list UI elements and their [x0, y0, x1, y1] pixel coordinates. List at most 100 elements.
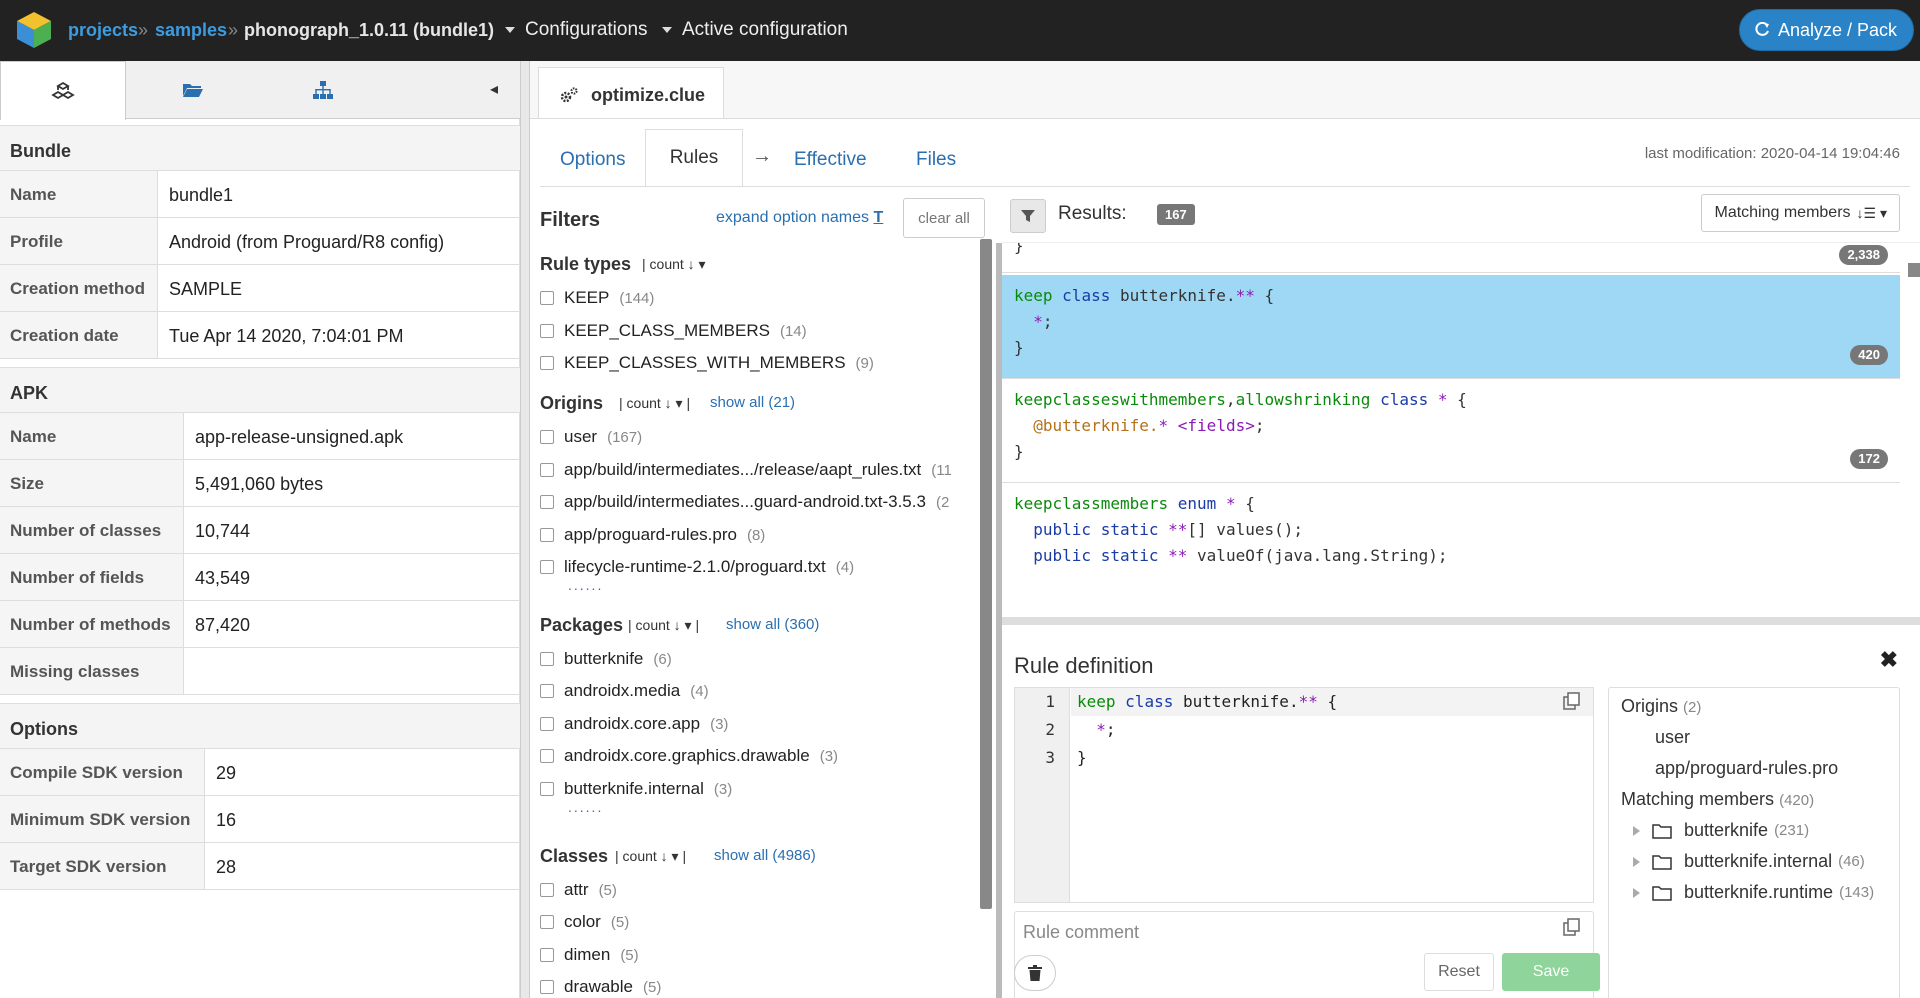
kv-row: Size 5,491,060 bytes: [0, 460, 520, 507]
checkbox[interactable]: [540, 948, 554, 962]
filters-scrollbar[interactable]: [980, 239, 992, 909]
breadcrumb-samples[interactable]: samples: [155, 20, 227, 41]
kv-value: Tue Apr 14 2020, 7:04:01 PM: [169, 326, 404, 346]
tab-rules[interactable]: Rules: [645, 129, 743, 187]
sort-by-matching-members-dropdown[interactable]: Matching members ↓☰ ▾: [1701, 194, 1900, 232]
delete-rule-button[interactable]: [1014, 955, 1056, 991]
filter-toggle-button[interactable]: [1010, 199, 1046, 233]
save-button[interactable]: Save: [1502, 953, 1600, 991]
origins-show-all[interactable]: show all (21): [710, 394, 795, 411]
more-link[interactable]: ......: [568, 799, 603, 815]
kv-row: Name app-release-unsigned.apk: [0, 413, 520, 460]
checkbox[interactable]: [540, 463, 554, 477]
filter-item[interactable]: KEEP (144): [540, 288, 654, 308]
checkbox[interactable]: [540, 291, 554, 305]
panel-splitter[interactable]: [520, 61, 530, 998]
gears-icon: [560, 86, 578, 102]
close-icon[interactable]: ✖: [1880, 647, 1898, 673]
checkbox[interactable]: [540, 717, 554, 731]
file-tab[interactable]: optimize.clue: [538, 67, 724, 123]
filter-item[interactable]: app/build/intermediates.../release/aapt_…: [540, 460, 952, 480]
filter-item[interactable]: KEEP_CLASS_MEMBERS (14): [540, 321, 807, 341]
checkbox[interactable]: [540, 684, 554, 698]
expand-arrow-icon[interactable]: [1633, 825, 1640, 836]
more-link[interactable]: ......: [568, 577, 603, 593]
checkbox[interactable]: [540, 495, 554, 509]
checkbox[interactable]: [540, 430, 554, 444]
filter-item[interactable]: lifecycle-runtime-2.1.0/proguard.txt (4): [540, 557, 854, 577]
tab-files[interactable]: Files: [916, 149, 956, 171]
tab-files[interactable]: [130, 61, 256, 119]
copy-icon[interactable]: [1563, 692, 1581, 710]
rule-item[interactable]: keepclasseswithmembers,allowshrinking cl…: [1002, 379, 1900, 483]
checkbox[interactable]: [540, 560, 554, 574]
copy-icon[interactable]: [1563, 918, 1581, 936]
clear-all-button[interactable]: clear all: [903, 198, 985, 238]
collapse-panel-icon[interactable]: ◂: [490, 79, 498, 99]
filter-item-label: androidx.core.graphics.drawable: [564, 746, 810, 765]
packages-show-all[interactable]: show all (360): [726, 616, 819, 633]
filter-item[interactable]: androidx.core.app (3): [540, 714, 728, 734]
packages-sort[interactable]: | count ↓ ▾ |: [628, 617, 699, 634]
tab-hierarchy[interactable]: [260, 61, 386, 119]
checkbox[interactable]: [540, 356, 554, 370]
checkbox[interactable]: [540, 528, 554, 542]
tab-bundle[interactable]: [0, 61, 126, 120]
filter-item-count: (6): [653, 650, 672, 668]
results-resize-handle[interactable]: [1002, 617, 1920, 625]
configurations-menu[interactable]: Configurations: [505, 19, 648, 41]
kv-value: Android (from Proguard/R8 config): [169, 232, 445, 252]
member-tree-item[interactable]: butterknife.runtime (143): [1633, 882, 1874, 903]
rule-item[interactable]: keepclassmembers enum * { public static …: [1002, 483, 1900, 577]
rule-code-editor[interactable]: 1 2 3 keep class butterknife.** { *; }: [1014, 687, 1594, 903]
rule-types-sort[interactable]: | count ↓ ▾: [642, 256, 706, 273]
checkbox[interactable]: [540, 324, 554, 338]
filter-item[interactable]: butterknife (6): [540, 649, 672, 669]
filter-item[interactable]: androidx.core.graphics.drawable (3): [540, 746, 838, 766]
rule-item-partial[interactable]: } 2,338: [1002, 243, 1900, 273]
origin-item[interactable]: user: [1655, 727, 1690, 748]
active-configuration-menu[interactable]: Active configuration: [662, 19, 848, 41]
line-number: 3: [1045, 748, 1055, 767]
expand-option-names-link[interactable]: expand option names T: [716, 209, 883, 227]
filter-item[interactable]: color (5): [540, 912, 629, 932]
classes-sort[interactable]: | count ↓ ▾ |: [615, 848, 686, 865]
breadcrumb-projects[interactable]: projects: [68, 20, 138, 41]
filter-item-label: KEEP: [564, 288, 610, 307]
filter-item[interactable]: butterknife.internal (3): [540, 779, 732, 799]
filter-item[interactable]: KEEP_CLASSES_WITH_MEMBERS (9): [540, 353, 874, 373]
tab-effective[interactable]: Effective: [794, 149, 867, 171]
filter-item[interactable]: app/proguard-rules.pro (8): [540, 525, 765, 545]
origin-item[interactable]: app/proguard-rules.pro: [1655, 758, 1838, 779]
expand-arrow-icon[interactable]: [1633, 887, 1640, 898]
top-navbar: projects » samples » phonograph_1.0.11 (…: [0, 0, 1920, 61]
reset-button[interactable]: Reset: [1424, 953, 1494, 991]
checkbox[interactable]: [540, 652, 554, 666]
filter-item[interactable]: dimen (5): [540, 945, 639, 965]
filter-item[interactable]: drawable (5): [540, 977, 661, 997]
expand-arrow-icon[interactable]: [1633, 856, 1640, 867]
checkbox[interactable]: [540, 782, 554, 796]
member-tree-item[interactable]: butterknife.internal (46): [1633, 851, 1865, 872]
matching-members-heading: Matching members (420): [1621, 789, 1814, 810]
filter-item[interactable]: androidx.media (4): [540, 681, 709, 701]
checkbox[interactable]: [540, 883, 554, 897]
kv-row: Profile Android (from Proguard/R8 config): [0, 218, 520, 265]
rule-definition-title: Rule definition: [1014, 653, 1154, 678]
classes-show-all[interactable]: show all (4986): [714, 847, 816, 864]
checkbox[interactable]: [540, 749, 554, 763]
checkbox[interactable]: [540, 915, 554, 929]
tab-options[interactable]: Options: [560, 149, 625, 171]
sort-label: count: [626, 395, 661, 411]
filter-item[interactable]: user (167): [540, 427, 642, 447]
kv-value: SAMPLE: [169, 279, 243, 299]
analyze-pack-button[interactable]: Analyze / Pack: [1738, 9, 1914, 51]
results-scrollbar[interactable]: [1908, 263, 1920, 277]
filter-item[interactable]: app/build/intermediates...guard-android.…: [540, 492, 949, 512]
rule-item-selected[interactable]: keep class butterknife.** { *; } 420: [1002, 275, 1900, 379]
checkbox[interactable]: [540, 980, 554, 994]
filter-item[interactable]: attr (5): [540, 880, 617, 900]
app-logo-icon[interactable]: [14, 10, 54, 50]
origins-sort[interactable]: | count ↓ ▾ |: [619, 395, 690, 412]
member-tree-item[interactable]: butterknife (231): [1633, 820, 1809, 841]
